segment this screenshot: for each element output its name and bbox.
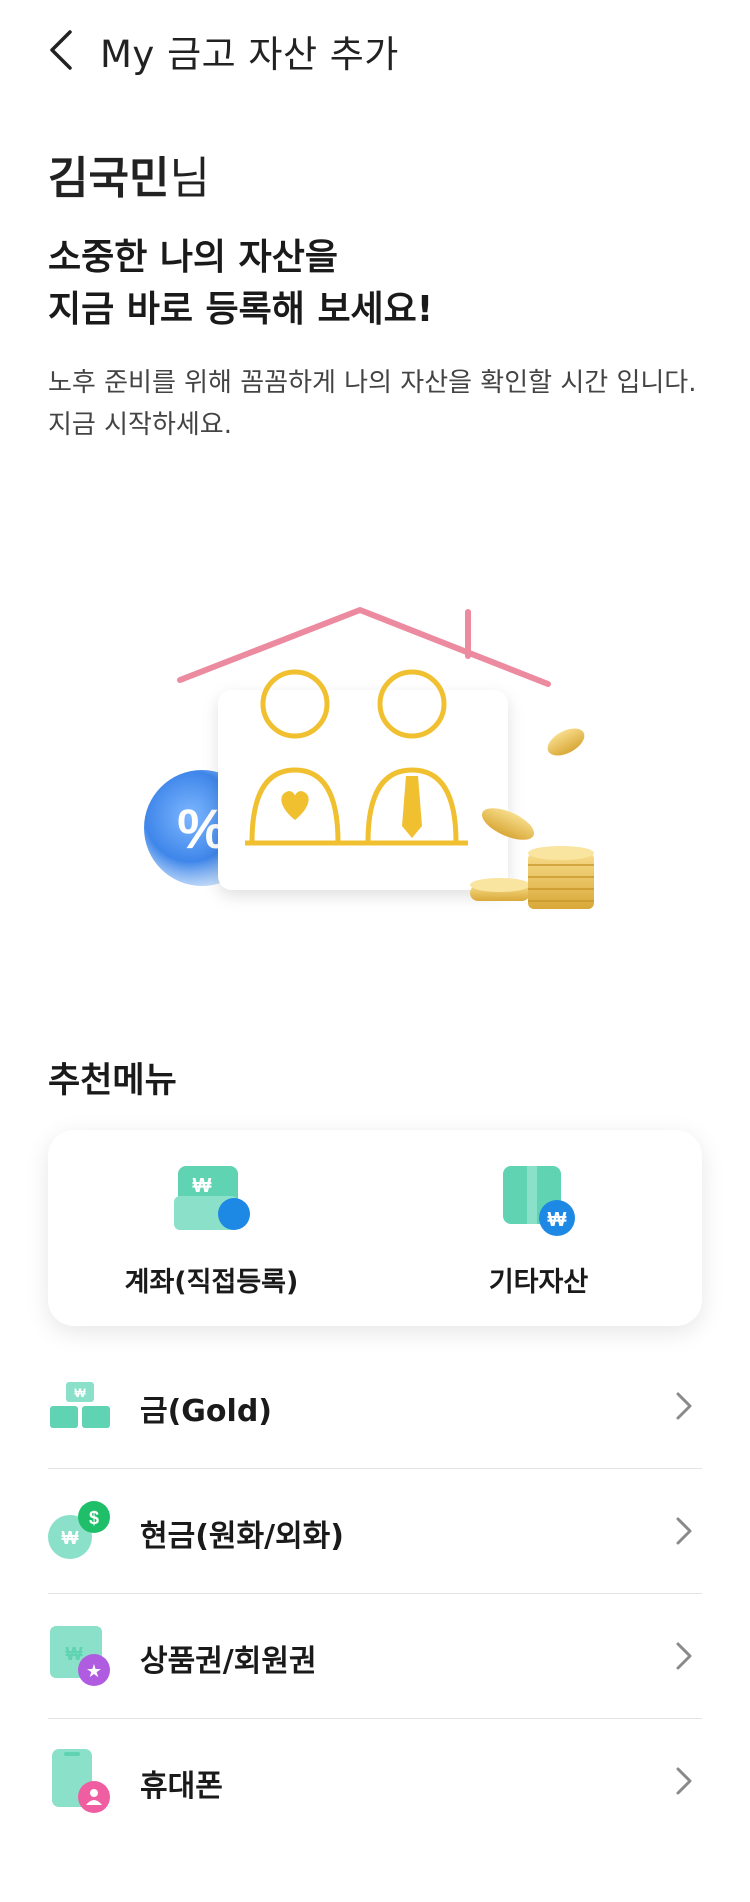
hero-illustration: % xyxy=(130,600,620,940)
svg-text:₩: ₩ xyxy=(192,1175,211,1197)
list-item-label: 상품권/회원권 xyxy=(140,1644,317,1679)
chevron-left-icon xyxy=(50,30,72,70)
honorific-suffix: 님 xyxy=(169,153,210,204)
list-item-phone[interactable]: 휴대폰 xyxy=(48,1719,702,1843)
user-name: 김국민 xyxy=(48,153,170,204)
svg-text:₩: ₩ xyxy=(547,1209,566,1231)
gold-bar-icon: ₩ xyxy=(50,1382,110,1428)
page-title: My 금고 자산 추가 xyxy=(100,33,399,76)
cash-icon: ₩ $ xyxy=(48,1501,110,1559)
description-line-1: 노후 준비를 위해 꼼꼼하게 나의 자산을 확인할 시간 입니다. xyxy=(48,368,697,398)
recommended-account-label: 계좌(직접등록) xyxy=(124,1267,299,1298)
svg-text:$: $ xyxy=(89,1508,99,1528)
user-greeting: 김국민님 xyxy=(48,142,210,206)
description: 노후 준비를 위해 꼼꼼하게 나의 자산을 확인할 시간 입니다. 지금 시작하… xyxy=(48,362,728,446)
chevron-right-icon xyxy=(676,1517,692,1545)
headline-line-1: 소중한 나의 자산을 xyxy=(48,237,339,278)
back-button[interactable] xyxy=(40,22,88,78)
svg-text:₩: ₩ xyxy=(74,1386,86,1400)
description-line-2: 지금 시작하세요. xyxy=(48,410,232,440)
voucher-icon: ₩ ★ xyxy=(50,1626,110,1686)
list-item-label: 현금(원화/외화) xyxy=(140,1519,344,1554)
chevron-right-icon xyxy=(676,1642,692,1670)
other-assets-icon: ₩ xyxy=(502,1166,575,1236)
headline-line-2: 지금 바로 등록해 보세요! xyxy=(48,289,434,330)
chevron-right-icon xyxy=(676,1767,692,1795)
house-icon xyxy=(177,607,551,890)
recommended-card: ₩ 계좌(직접등록) ₩ 기타자산 xyxy=(48,1130,702,1326)
app-header: My 금고 자산 추가 xyxy=(0,0,750,100)
recommended-account-button[interactable]: ₩ 계좌(직접등록) xyxy=(48,1130,375,1326)
list-item-label: 휴대폰 xyxy=(140,1769,223,1804)
list-item-gold[interactable]: ₩ 금(Gold) xyxy=(48,1344,702,1469)
phone-icon xyxy=(52,1749,110,1813)
recommended-other-assets-label: 기타자산 xyxy=(488,1267,589,1298)
chevron-right-icon xyxy=(676,1392,692,1420)
list-item-cash[interactable]: ₩ $ 현금(원화/외화) xyxy=(48,1469,702,1594)
account-icon: ₩ xyxy=(173,1166,250,1230)
asset-list: ₩ 금(Gold) ₩ $ 현금(원화/외화) ₩ ★ 상품권/회원권 휴대폰 xyxy=(48,1344,702,1843)
svg-text:★: ★ xyxy=(86,1661,102,1682)
list-item-label: 금(Gold) xyxy=(140,1394,273,1429)
headline: 소중한 나의 자산을 지금 바로 등록해 보세요! xyxy=(48,232,433,336)
list-item-voucher[interactable]: ₩ ★ 상품권/회원권 xyxy=(48,1594,702,1719)
recommended-other-assets-button[interactable]: ₩ 기타자산 xyxy=(375,1130,702,1326)
recommended-title: 추천메뉴 xyxy=(48,1061,177,1101)
svg-text:₩: ₩ xyxy=(66,1644,83,1664)
svg-text:₩: ₩ xyxy=(62,1528,79,1548)
